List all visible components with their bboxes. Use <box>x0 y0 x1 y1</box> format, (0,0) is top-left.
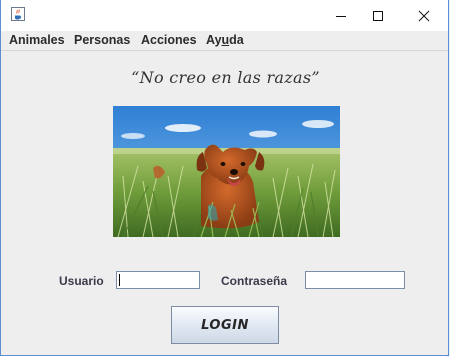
login-button[interactable]: LOGIN <box>171 306 279 344</box>
menu-ayuda-prefix: Ay <box>206 33 222 47</box>
close-button[interactable] <box>404 0 444 31</box>
menu-bar: Animales Personas Acciones Ayuda <box>1 31 448 51</box>
menu-personas[interactable]: Personas <box>74 33 130 47</box>
text-caret <box>119 274 120 286</box>
contrasena-label: Contraseña <box>221 274 288 288</box>
menu-animales[interactable]: Animales <box>9 33 65 47</box>
dog-in-wheat-field-image <box>113 106 340 237</box>
app-window: Animales Personas Acciones Ayuda “No cre… <box>0 0 449 356</box>
quote-text: “No creo en las razas” <box>131 68 320 87</box>
menu-acciones[interactable]: Acciones <box>141 33 197 47</box>
dog-photo-drawing <box>113 106 340 237</box>
title-bar <box>1 0 448 31</box>
login-button-label: LOGIN <box>201 317 249 333</box>
close-icon <box>418 10 430 21</box>
usuario-label: Usuario <box>59 274 104 288</box>
menu-ayuda-suffix: da <box>229 33 244 47</box>
java-cup-icon <box>11 7 25 21</box>
contrasena-input[interactable] <box>305 271 405 289</box>
maximize-icon <box>373 10 383 21</box>
minimize-icon <box>336 15 346 17</box>
menu-ayuda[interactable]: Ayuda <box>206 33 244 47</box>
maximize-button[interactable] <box>358 0 398 31</box>
minimize-button[interactable] <box>321 0 361 31</box>
usuario-input[interactable] <box>116 271 200 289</box>
menu-ayuda-mnemonic: u <box>221 33 230 47</box>
